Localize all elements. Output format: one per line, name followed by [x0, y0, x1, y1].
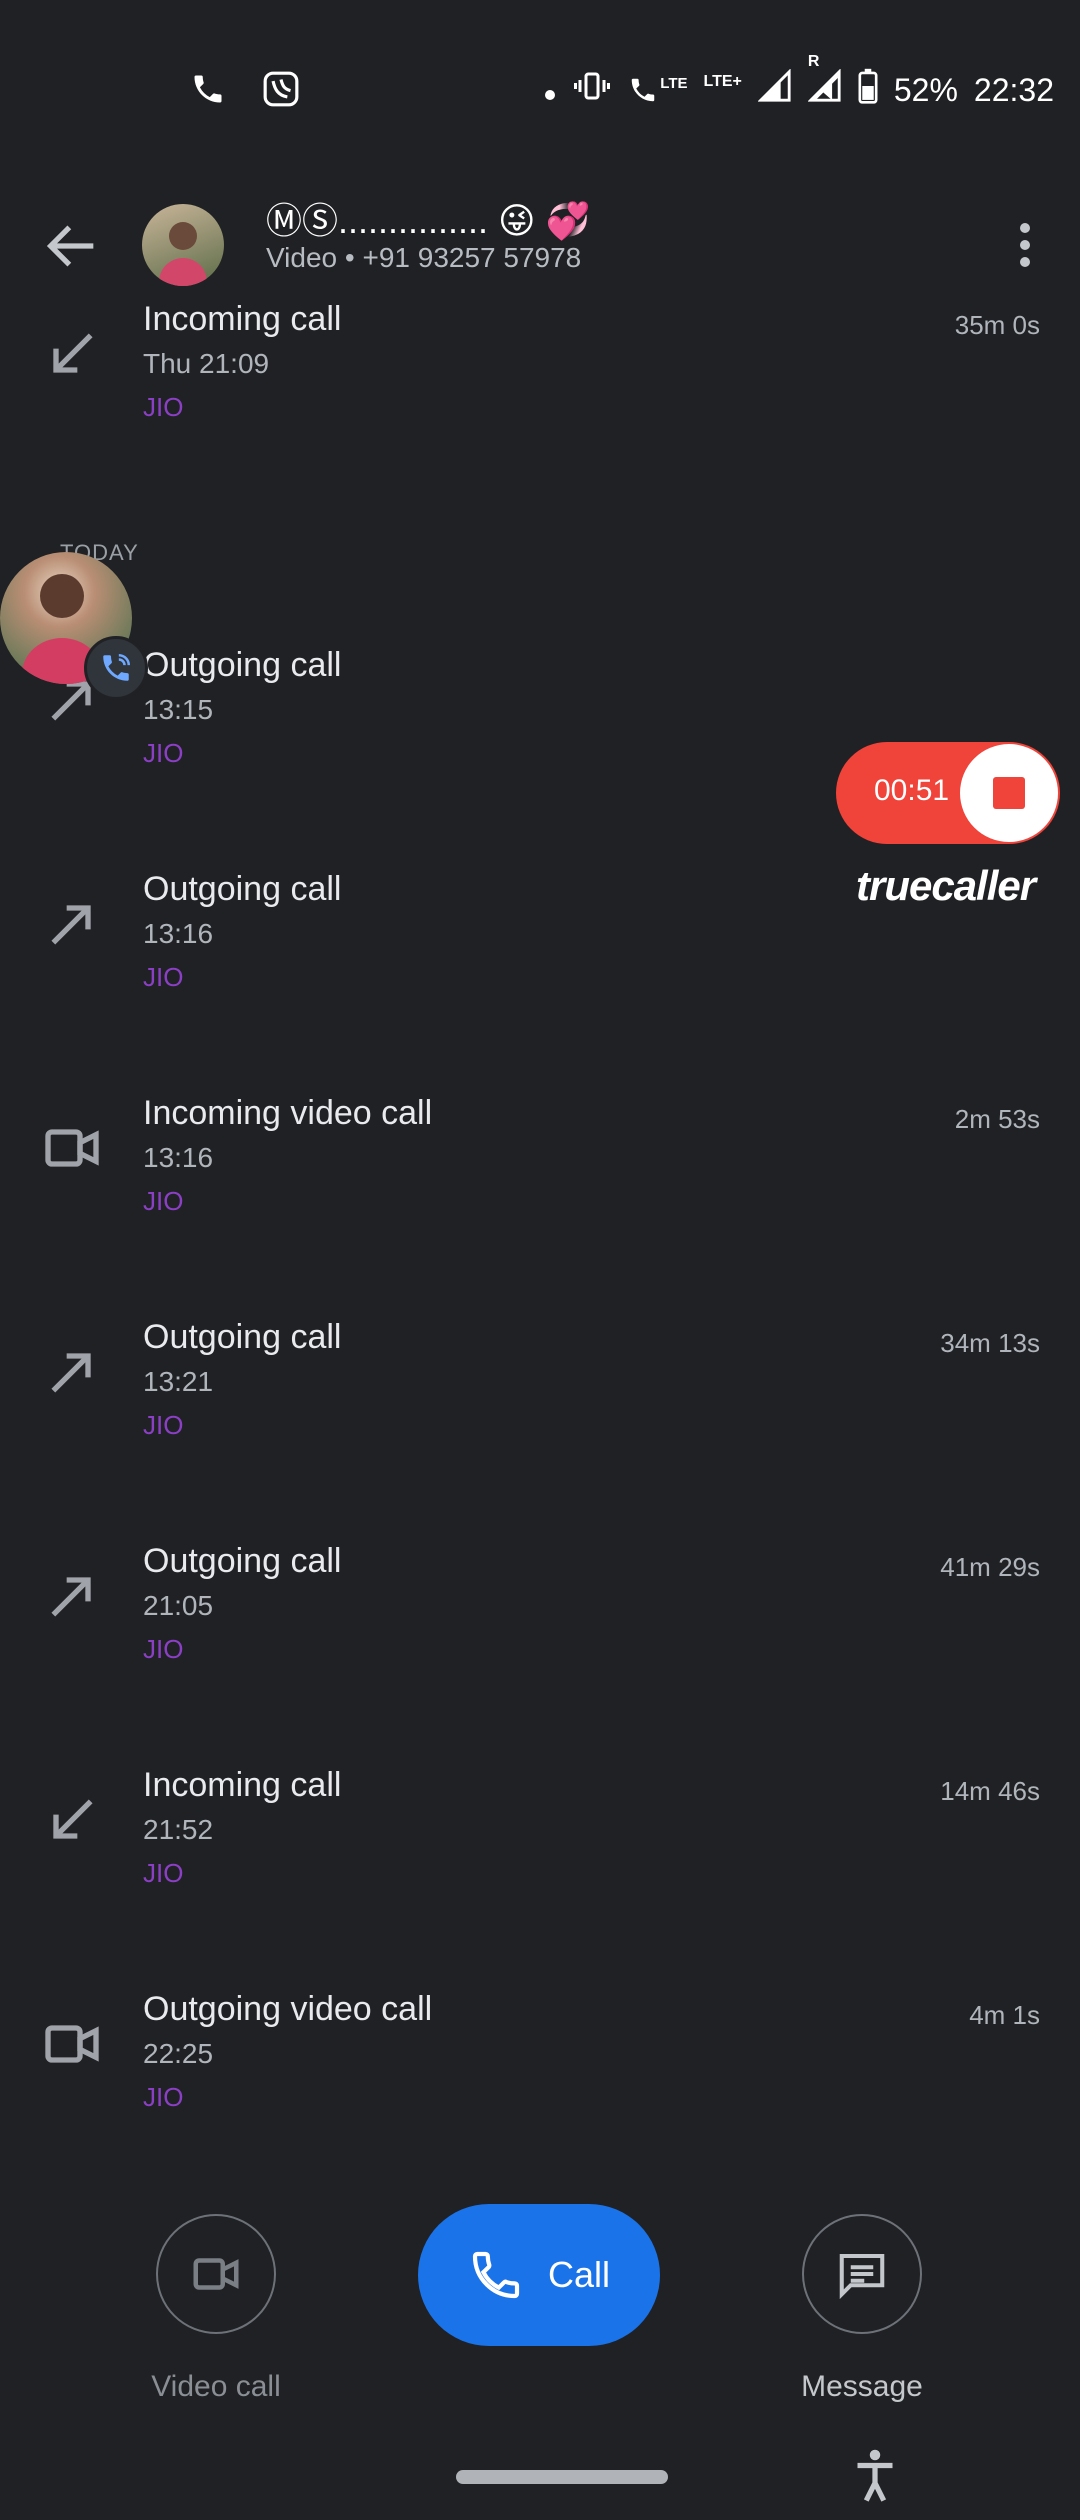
- call-history-item[interactable]: Outgoing call 21:05 JIO 41m 29s: [0, 1542, 1080, 1742]
- sim-label: JIO: [143, 1186, 184, 1216]
- call-duration: 34m 13s: [940, 1328, 1040, 1358]
- call-button-label: Call: [547, 2254, 610, 2295]
- call-duration: 14m 46s: [940, 1776, 1040, 1806]
- outgoing-call-icon: [40, 892, 104, 956]
- sim-label: JIO: [143, 962, 184, 992]
- message-icon: [839, 2253, 885, 2300]
- sim-label: JIO: [143, 1858, 184, 1888]
- phone-icon: [190, 71, 226, 107]
- clock: 22:32: [973, 71, 1054, 108]
- call-type: Incoming call: [143, 1766, 342, 1804]
- sim-label: JIO: [143, 2082, 184, 2112]
- signal-icon: [757, 68, 792, 111]
- more-options-button[interactable]: [1010, 210, 1040, 280]
- roaming-signal-icon: R: [807, 53, 842, 111]
- call-time: 13:21: [143, 1366, 214, 1397]
- contact-name: ⓂⓈ............... 😜 💞: [266, 200, 591, 241]
- lte-plus-icon: LTE+: [703, 73, 742, 90]
- outgoing-call-icon: [40, 1340, 104, 1404]
- call-type: Outgoing call: [143, 1542, 342, 1580]
- action-bar: Video call Call Message: [0, 2200, 1080, 2440]
- video-call-icon: [40, 1116, 104, 1180]
- contact-avatar[interactable]: [142, 204, 224, 286]
- call-history-item[interactable]: Outgoing call 13:21 JIO 34m 13s: [0, 1318, 1080, 1518]
- call-duration: 35m 0s: [954, 310, 1040, 340]
- sim-label: JIO: [143, 738, 184, 768]
- battery-icon: [858, 68, 878, 112]
- phone-in-talk-icon: [103, 653, 131, 681]
- outgoing-call-icon: [40, 1564, 104, 1628]
- call-type: Incoming video call: [143, 1094, 433, 1132]
- call-recorder-widget[interactable]: 00:51: [836, 742, 1060, 844]
- call-button[interactable]: Call: [418, 2204, 660, 2346]
- message-button[interactable]: [802, 2214, 922, 2334]
- vibrate-icon: [572, 68, 612, 112]
- back-button[interactable]: [40, 214, 104, 278]
- call-type: Outgoing call: [143, 870, 342, 908]
- accessibility-icon: [857, 2449, 893, 2502]
- incoming-call-icon: [40, 1788, 104, 1852]
- call-time: 13:16: [143, 1142, 214, 1173]
- battery-percent: 52%: [893, 71, 958, 108]
- message-label: Message: [801, 2370, 923, 2403]
- stop-icon: [993, 777, 1025, 809]
- accessibility-button[interactable]: [854, 2448, 896, 2504]
- call-history-item[interactable]: Outgoing video call 22:25 JIO 4m 1s: [0, 1990, 1080, 2190]
- call-time: 21:05: [143, 1590, 214, 1621]
- truecaller-logo: truecaller: [856, 862, 1036, 909]
- call-history-item[interactable]: Incoming call Thu 21:09 JIO 35m 0s: [0, 300, 1080, 500]
- video-camera-icon: [193, 2258, 239, 2290]
- call-time: Thu 21:09: [143, 348, 270, 379]
- status-bar: LTE LTE+ R 52% 22:32: [0, 0, 1080, 190]
- sim-label: JIO: [143, 1410, 184, 1440]
- contact-subtitle: Video • +91 93257 57978: [266, 242, 582, 273]
- call-time: 21:52: [143, 1814, 214, 1845]
- sim-label: JIO: [143, 1634, 184, 1664]
- phone-icon: [472, 2251, 520, 2299]
- recording-timer: 00:51: [874, 774, 950, 807]
- call-type: Incoming call: [143, 300, 342, 338]
- gesture-nav-handle[interactable]: [456, 2470, 668, 2484]
- more-vert-icon: [1020, 223, 1030, 267]
- video-call-button[interactable]: [156, 2214, 276, 2334]
- contact-header: ⓂⓈ............... 😜 💞 Video • +91 93257 …: [0, 190, 1080, 310]
- call-type: Outgoing call: [143, 1318, 342, 1356]
- video-call-label: Video call: [151, 2370, 281, 2403]
- call-type: Outgoing call: [143, 646, 342, 684]
- call-time: 13:15: [143, 694, 214, 725]
- call-time: 22:25: [143, 2038, 214, 2069]
- floating-call-bubble[interactable]: [0, 552, 148, 710]
- call-duration: 4m 1s: [969, 2000, 1040, 2030]
- call-duration: 41m 29s: [940, 1552, 1040, 1582]
- sim-label: JIO: [143, 392, 184, 422]
- incoming-call-icon: [40, 322, 104, 386]
- ongoing-call-badge: [84, 636, 148, 700]
- call-duration: 2m 53s: [954, 1104, 1040, 1134]
- stop-recording-button[interactable]: [960, 744, 1058, 842]
- call-history-item[interactable]: Incoming video call 13:16 JIO 2m 53s: [0, 1094, 1080, 1294]
- jiosaavn-icon: [262, 70, 300, 108]
- arrow-back-icon: [46, 225, 94, 267]
- volte-icon: LTE: [628, 75, 688, 105]
- video-call-icon: [40, 2012, 104, 2076]
- call-history-item[interactable]: Incoming call 21:52 JIO 14m 46s: [0, 1766, 1080, 1966]
- dot-icon: [544, 72, 556, 109]
- call-time: 13:16: [143, 918, 214, 949]
- call-type: Outgoing video call: [143, 1990, 433, 2028]
